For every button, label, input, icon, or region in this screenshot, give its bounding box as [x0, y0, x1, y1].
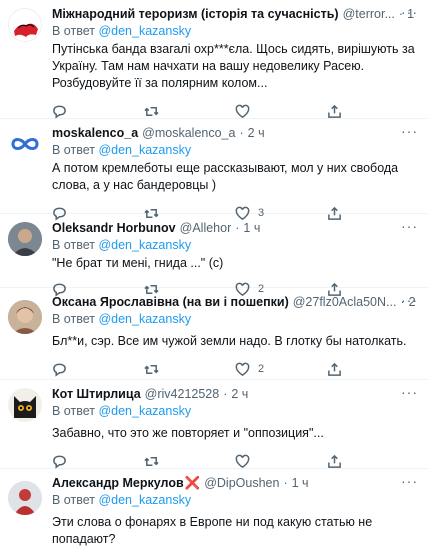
- tweet-3[interactable]: Оксана Ярославівна (на ви і пошепки) @27…: [0, 288, 428, 380]
- tweet-text: А потом кремлеботы еще рассказывают, мол…: [52, 161, 399, 192]
- timestamp[interactable]: 1 ч: [243, 220, 260, 237]
- author-name[interactable]: Oleksandr Horbunov: [52, 220, 176, 237]
- avatar[interactable]: [8, 300, 42, 334]
- reply-feed: Міжнародний тероризм (історія та сучасні…: [0, 0, 428, 557]
- author-name[interactable]: moskalenco_a: [52, 125, 138, 142]
- retweet-button[interactable]: [143, 104, 236, 119]
- tweet-actions: [52, 552, 418, 557]
- mention-link[interactable]: @den_kazansky: [98, 24, 191, 38]
- author-handle[interactable]: @27flz0Acla50N...: [293, 294, 397, 311]
- more-icon[interactable]: ···: [401, 218, 418, 234]
- mention-link[interactable]: @den_kazansky: [98, 404, 191, 418]
- author-handle[interactable]: @Allehor: [180, 220, 232, 237]
- terror-logo-icon: [9, 9, 41, 41]
- infinity-logo-icon: [11, 138, 39, 150]
- tweet-header: Кот Штирлица @riv4212528 · 2 ч: [52, 386, 249, 403]
- author-name[interactable]: Оксана Ярославівна (на ви і пошепки): [52, 294, 289, 311]
- tweet-text: Забавно, что это же повторяет и "оппозиц…: [52, 426, 324, 440]
- reply-icon: [53, 363, 66, 377]
- tweet-0[interactable]: Міжнародний тероризм (історія та сучасні…: [0, 0, 428, 119]
- mention-link[interactable]: @den_kazansky: [98, 312, 191, 326]
- timestamp[interactable]: 1 ч: [292, 475, 309, 492]
- avatar[interactable]: [8, 481, 42, 515]
- mention-link[interactable]: @den_kazansky: [98, 493, 191, 507]
- retweet-button[interactable]: [143, 362, 236, 377]
- more-icon[interactable]: ···: [401, 123, 418, 139]
- reply-icon: [53, 105, 66, 119]
- retweet-icon: [143, 364, 159, 374]
- tweet-text: Бл**и, сэр. Все им чужой земли надо. В г…: [52, 334, 407, 348]
- tweet-header: Оксана Ярославівна (на ви і пошепки) @27…: [52, 294, 418, 311]
- reply-context: В ответ @den_kazansky: [52, 24, 192, 38]
- like-button[interactable]: [235, 454, 327, 469]
- reply-button[interactable]: [52, 362, 144, 377]
- retweet-icon: [143, 106, 159, 116]
- like-button[interactable]: 2: [235, 362, 327, 377]
- user-photo-icon: [8, 222, 42, 256]
- cat-photo-icon: [8, 388, 42, 422]
- author-handle[interactable]: @moskalenco_a: [142, 125, 235, 142]
- author-handle[interactable]: @DipOushen: [204, 475, 279, 492]
- like-icon: [235, 454, 250, 468]
- tweet-text: "Не брат ти мені, гнида ..." (с): [52, 256, 224, 270]
- avatar[interactable]: [8, 8, 42, 42]
- author-name[interactable]: Міжнародний тероризм (історія та сучасні…: [52, 6, 339, 23]
- reply-context: В ответ @den_kazansky: [52, 143, 192, 157]
- user-photo-icon: [8, 481, 42, 515]
- reply-button[interactable]: [52, 104, 144, 119]
- tweet-text: Эти слова о фонарях в Европе ни под каку…: [52, 515, 373, 546]
- author-name[interactable]: Кот Штирлица: [52, 386, 141, 403]
- share-button[interactable]: [327, 454, 419, 469]
- mention-link[interactable]: @den_kazansky: [98, 143, 191, 157]
- more-icon[interactable]: ···: [401, 4, 418, 20]
- retweet-icon: [143, 456, 159, 466]
- more-icon[interactable]: ···: [401, 292, 418, 308]
- tweet-header: moskalenco_a @moskalenco_a · 2 ч: [52, 125, 265, 142]
- author-handle[interactable]: @riv4212528: [145, 386, 220, 403]
- tweet-5[interactable]: Александр Меркулов ❌ @DipOushen · 1 ч ··…: [0, 469, 428, 557]
- reply-context: В ответ @den_kazansky: [52, 493, 192, 507]
- avatar[interactable]: [8, 388, 42, 422]
- timestamp[interactable]: 2 ч: [248, 125, 265, 142]
- retweet-button[interactable]: [143, 454, 236, 469]
- tweet-text: Путінська банда взагалі охр***єла. Щось …: [52, 42, 415, 90]
- tweet-header: Александр Меркулов ❌ @DipOushen · 1 ч: [52, 475, 309, 492]
- reply-context: В ответ @den_kazansky: [52, 312, 192, 326]
- tweet-2[interactable]: Oleksandr Horbunov @Allehor · 1 ч ··· В …: [0, 214, 428, 297]
- share-button[interactable]: [327, 362, 419, 377]
- share-icon: [327, 362, 341, 376]
- author-name[interactable]: Александр Меркулов: [52, 475, 184, 492]
- timestamp[interactable]: 2 ч: [231, 386, 248, 403]
- tweet-header: Oleksandr Horbunov @Allehor · 1 ч: [52, 220, 261, 237]
- tweet-4[interactable]: Кот Штирлица @riv4212528 · 2 ч ··· В отв…: [0, 380, 428, 469]
- mention-link[interactable]: @den_kazansky: [98, 238, 191, 252]
- share-icon: [327, 104, 341, 118]
- like-icon: [235, 362, 250, 376]
- user-photo-icon: [8, 300, 42, 334]
- tweet-header: Міжнародний тероризм (історія та сучасні…: [52, 6, 418, 23]
- tweet-1[interactable]: moskalenco_a @moskalenco_a · 2 ч ··· В о…: [0, 119, 428, 221]
- share-button[interactable]: [327, 104, 419, 119]
- reply-context: В ответ @den_kazansky: [52, 238, 192, 252]
- author-handle[interactable]: @terror...: [343, 6, 395, 23]
- more-icon[interactable]: ···: [401, 384, 418, 400]
- avatar[interactable]: [8, 127, 42, 161]
- reply-icon: [53, 455, 66, 469]
- more-icon[interactable]: ···: [401, 473, 418, 489]
- reply-button[interactable]: [52, 454, 144, 469]
- cross-mark-icon: ❌: [184, 476, 201, 490]
- like-icon: [235, 104, 250, 118]
- like-button[interactable]: [235, 104, 327, 119]
- reply-context: В ответ @den_kazansky: [52, 404, 192, 418]
- share-icon: [327, 454, 341, 468]
- avatar[interactable]: [8, 222, 42, 256]
